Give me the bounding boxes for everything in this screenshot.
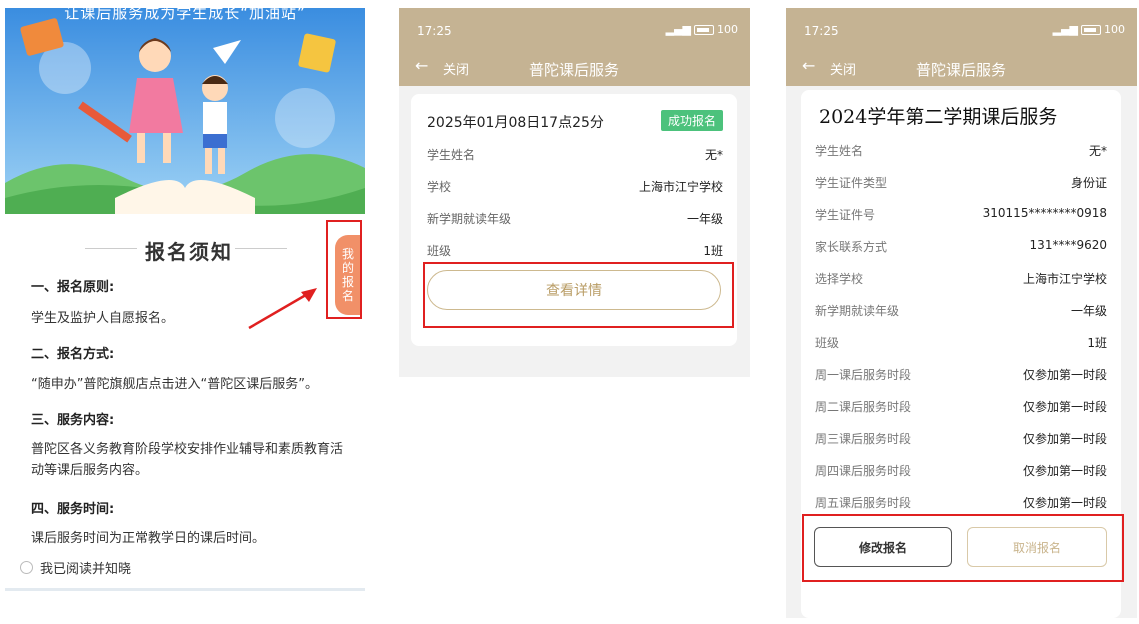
- row-label: 周三课后服务时段: [815, 432, 912, 446]
- status-time: 17:25: [804, 24, 839, 38]
- row-value: 无*: [704, 148, 723, 162]
- row-label: 家长联系方式: [815, 240, 888, 254]
- highlight-box: [802, 514, 1124, 582]
- row-value: 仅参加第一时段: [1022, 400, 1107, 414]
- section-text: 普陀区各义务教育阶段学校安排作业辅导和素质教育活动等课后服务内容。: [31, 442, 344, 478]
- row-label: 选择学校: [815, 272, 864, 286]
- row-value: 上海市江宁学校: [1022, 272, 1107, 286]
- section-text: 课后服务时间为正常教学日的课后时间。: [31, 531, 266, 546]
- battery-level: 100: [717, 23, 738, 36]
- hero-banner: 让课后服务成为学生成长“加油站”: [5, 8, 365, 214]
- app-header: 17:25 ▂▄▆ 100 ← 关闭 普陀课后服务: [786, 8, 1137, 86]
- row-value: 仅参加第一时段: [1022, 368, 1107, 382]
- read-confirm-radio[interactable]: [20, 561, 33, 574]
- banner-slogan: 让课后服务成为学生成长“加油站”: [64, 8, 306, 22]
- status-bar-icons: ▂▄▆ 100: [1053, 23, 1125, 36]
- back-arrow-icon[interactable]: ←: [415, 56, 428, 75]
- battery-icon: [1081, 24, 1101, 35]
- row-value: 1班: [1087, 336, 1107, 350]
- row-label: 新学期就读年级: [815, 304, 900, 318]
- row-label: 班级: [427, 244, 452, 258]
- status-bar-icons: ▂▄▆ 100: [666, 23, 738, 36]
- row-label: 学生证件类型: [815, 176, 888, 190]
- bottom-divider: [5, 588, 365, 591]
- battery-icon: [694, 24, 714, 35]
- section-heading: 一、报名原则:: [31, 280, 115, 295]
- status-badge: 成功报名: [660, 110, 723, 131]
- kids-illustration: [5, 8, 365, 214]
- close-button[interactable]: 关闭: [830, 59, 856, 78]
- row-label: 学生姓名: [815, 144, 864, 158]
- section-heading: 三、服务内容:: [31, 413, 115, 428]
- signal-icon: ▂▄▆: [1052, 23, 1078, 36]
- row-value: 一年级: [686, 212, 723, 226]
- row-value: 1班: [703, 244, 723, 258]
- status-time: 17:25: [417, 24, 452, 38]
- registration-notice-screen: 让课后服务成为学生成长“加油站” 报名须知 一、报名原则: 学生及监护人自愿报名…: [5, 8, 365, 592]
- row-label: 新学期就读年级: [427, 212, 512, 226]
- highlight-box: [326, 220, 362, 319]
- row-label: 周五课后服务时段: [815, 496, 912, 510]
- registration-record-screen: 17:25 ▂▄▆ 100 ← 关闭 普陀课后服务 2025年01月08日17点…: [399, 8, 750, 377]
- row-label: 学生姓名: [427, 148, 476, 162]
- row-label: 班级: [815, 336, 840, 350]
- title-divider-left: [85, 248, 137, 249]
- section-text: “随申办”普陀旗舰店点击进入“普陀区课后服务”。: [31, 377, 318, 392]
- row-value: 身份证: [1070, 176, 1107, 190]
- row-label: 周一课后服务时段: [815, 368, 912, 382]
- battery-level: 100: [1104, 23, 1125, 36]
- row-label: 学校: [427, 180, 452, 194]
- row-value: 310115********0918: [982, 206, 1107, 220]
- page-title: 普陀课后服务: [916, 61, 1007, 79]
- read-confirm-label[interactable]: 我已阅读并知晓: [40, 558, 131, 577]
- row-label: 学生证件号: [815, 208, 876, 222]
- back-arrow-icon[interactable]: ←: [802, 56, 815, 75]
- red-arrow-icon: [248, 288, 317, 330]
- page-title: 普陀课后服务: [529, 61, 620, 79]
- section-heading: 四、服务时间:: [31, 502, 115, 517]
- row-value: 仅参加第一时段: [1022, 496, 1107, 510]
- row-label: 周四课后服务时段: [815, 464, 912, 478]
- row-value: 仅参加第一时段: [1022, 464, 1107, 478]
- highlight-box: [423, 262, 734, 328]
- row-value: 仅参加第一时段: [1022, 432, 1107, 446]
- notice-title: 报名须知: [145, 240, 233, 264]
- signal-icon: ▂▄▆: [665, 23, 691, 36]
- row-value: 上海市江宁学校: [638, 180, 723, 194]
- section-heading: 二、报名方式:: [31, 347, 115, 362]
- row-value: 131****9620: [1029, 238, 1107, 252]
- card-title: 2024学年第二学期课后服务: [819, 106, 1058, 128]
- close-button[interactable]: 关闭: [443, 59, 469, 78]
- row-label: 周二课后服务时段: [815, 400, 912, 414]
- registration-details-screen: 17:25 ▂▄▆ 100 ← 关闭 普陀课后服务 2024学年第二学期课后服务…: [786, 8, 1137, 618]
- registration-datetime: 2025年01月08日17点25分: [427, 115, 604, 131]
- title-divider-right: [235, 248, 287, 249]
- app-header: 17:25 ▂▄▆ 100 ← 关闭 普陀课后服务: [399, 8, 750, 86]
- row-value: 无*: [1088, 144, 1107, 158]
- row-value: 一年级: [1070, 304, 1107, 318]
